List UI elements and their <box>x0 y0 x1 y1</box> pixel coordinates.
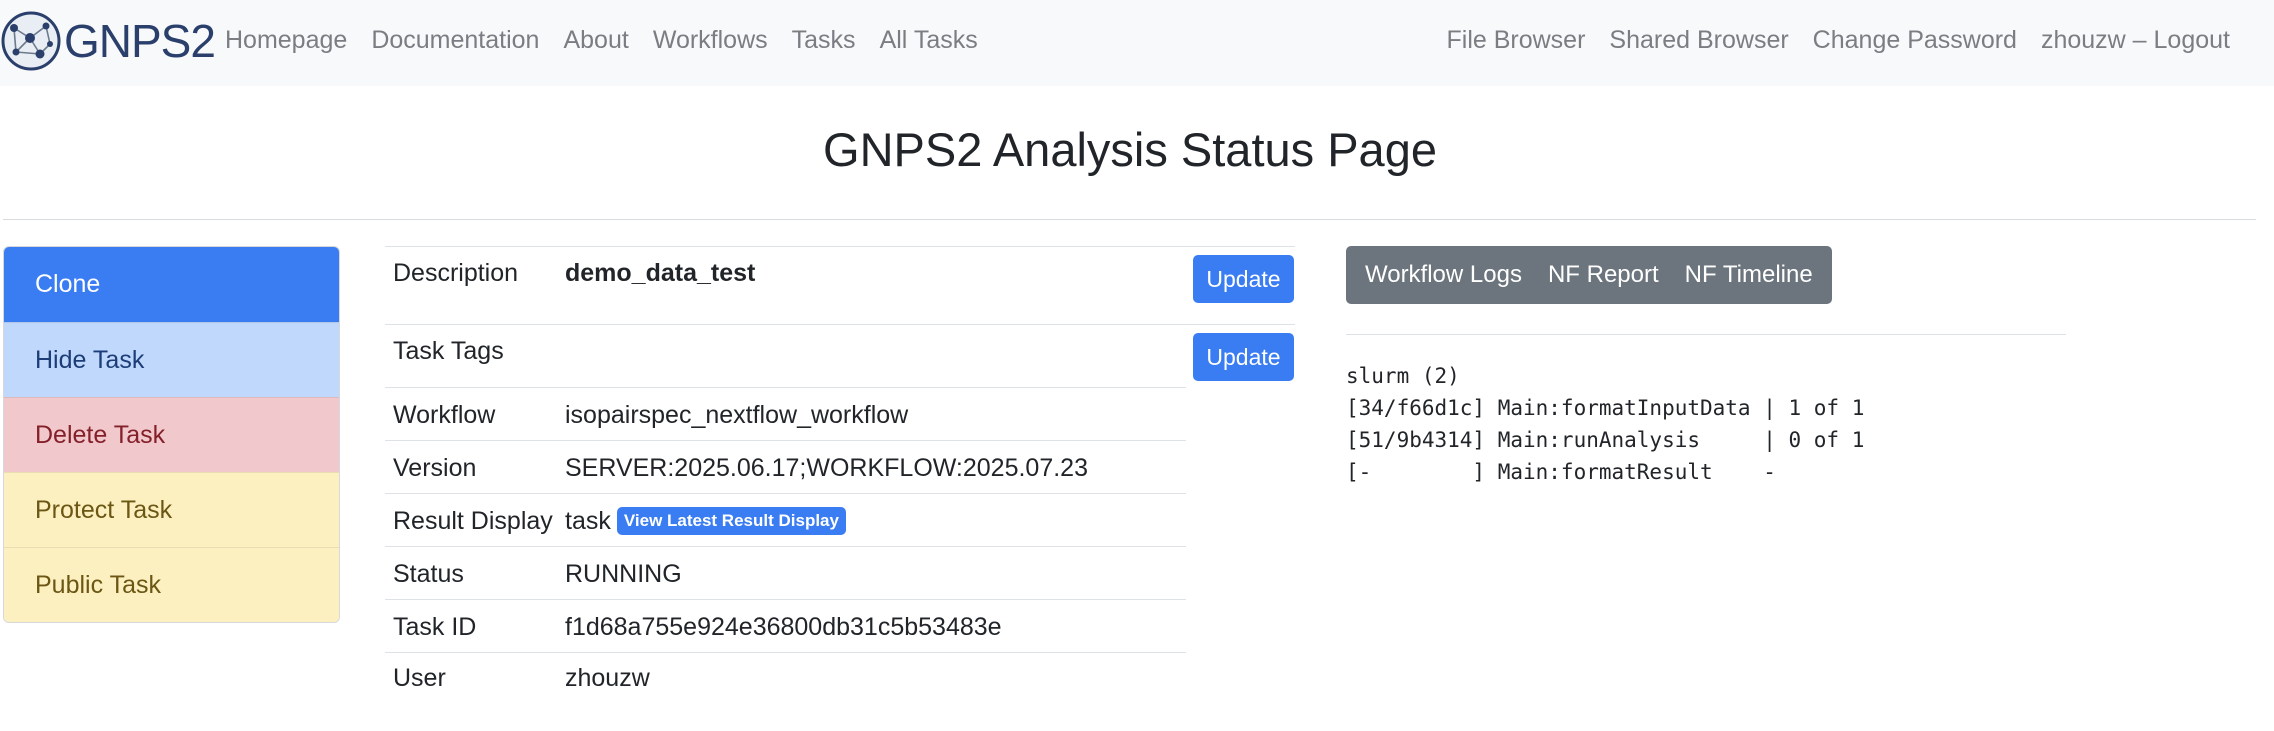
log-line: [- ] Main:formatResult - <box>1346 460 1776 484</box>
detail-row-result-display: Result Display task View Latest Result Di… <box>385 493 1186 546</box>
nav-link-logout[interactable]: zhouzw – Logout <box>2041 26 2230 55</box>
view-latest-result-display-button[interactable]: View Latest Result Display <box>616 507 846 535</box>
nav-link-all-tasks[interactable]: All Tasks <box>880 26 978 55</box>
description-value: demo_data_test <box>565 259 756 287</box>
workflow-value: isopairspec_nextflow_workflow <box>565 401 909 429</box>
hide-task-button[interactable]: Hide Task <box>4 322 339 397</box>
top-navbar: GNPS2 Homepage Documentation About Workf… <box>0 0 2274 86</box>
nav-link-file-browser[interactable]: File Browser <box>1447 26 1586 55</box>
nav-link-shared-browser[interactable]: Shared Browser <box>1609 26 1788 55</box>
detail-row-workflow: Workflow isopairspec_nextflow_workflow <box>385 387 1186 440</box>
detail-label: Description <box>393 259 519 287</box>
detail-label: User <box>393 664 446 692</box>
task-action-list: Clone Hide Task Delete Task Protect Task… <box>3 246 340 623</box>
update-task-tags-button[interactable]: Update <box>1193 333 1294 381</box>
nav-link-workflows[interactable]: Workflows <box>653 26 768 55</box>
detail-label: Task Tags <box>393 337 504 365</box>
brand-logo-text: GNPS2 <box>64 15 216 67</box>
detail-row-status: Status RUNNING <box>385 546 1186 599</box>
log-line: [51/9b4314] Main:runAnalysis | 0 of 1 <box>1346 428 1865 452</box>
detail-row-task-tags: Task Tags Update <box>385 324 1295 387</box>
log-line: [34/f66d1c] Main:formatInputData | 1 of … <box>1346 396 1865 420</box>
tab-workflow-logs[interactable]: Workflow Logs <box>1352 261 1535 289</box>
nav-link-change-password[interactable]: Change Password <box>1813 26 2017 55</box>
log-line: slurm (2) <box>1346 364 1460 388</box>
tab-nf-report[interactable]: NF Report <box>1535 261 1672 289</box>
detail-label: Task ID <box>393 613 477 641</box>
update-description-button[interactable]: Update <box>1193 255 1294 303</box>
delete-task-button[interactable]: Delete Task <box>4 397 339 472</box>
nav-link-tasks[interactable]: Tasks <box>792 26 856 55</box>
task-details-table: Description demo_data_test Update Task T… <box>385 246 1295 705</box>
detail-row-version: Version SERVER:2025.06.17;WORKFLOW:2025.… <box>385 440 1186 493</box>
nav-primary-links: Homepage Documentation About Workflows T… <box>213 20 990 60</box>
clone-button[interactable]: Clone <box>4 247 339 322</box>
globe-network-logo-icon <box>1 11 61 71</box>
task-id-value: f1d68a755e924e36800db31c5b53483e <box>565 613 1002 641</box>
nav-account-links: File Browser Shared Browser Change Passw… <box>1435 20 2243 60</box>
log-tab-group: Workflow Logs NF Report NF Timeline <box>1346 246 1832 304</box>
nav-link-homepage[interactable]: Homepage <box>225 26 347 55</box>
detail-label: Workflow <box>393 401 496 429</box>
nav-link-documentation[interactable]: Documentation <box>371 26 539 55</box>
tab-nf-timeline[interactable]: NF Timeline <box>1672 261 1826 289</box>
detail-label: Result Display <box>393 507 553 535</box>
nav-link-about[interactable]: About <box>563 26 628 55</box>
public-task-button[interactable]: Public Task <box>4 547 339 622</box>
detail-row-description: Description demo_data_test Update <box>385 246 1295 324</box>
status-value: RUNNING <box>565 560 682 588</box>
result-display-text: task <box>565 507 611 535</box>
workflow-log-output: slurm (2) [34/f66d1c] Main:formatInputDat… <box>1346 360 1864 488</box>
detail-label: Status <box>393 560 464 588</box>
brand-logo[interactable]: GNPS2 <box>0 6 216 76</box>
version-value: SERVER:2025.06.17;WORKFLOW:2025.07.23 <box>565 454 1088 482</box>
page-title: GNPS2 Analysis Status Page <box>823 123 1437 176</box>
title-divider <box>3 219 2256 220</box>
detail-label: Version <box>393 454 477 482</box>
detail-row-user: User zhouzw <box>385 652 1186 705</box>
detail-row-task-id: Task ID f1d68a755e924e36800db31c5b53483e <box>385 599 1186 652</box>
user-value: zhouzw <box>565 664 650 692</box>
result-display-value: task View Latest Result Display <box>565 507 846 536</box>
protect-task-button[interactable]: Protect Task <box>4 472 339 547</box>
log-divider <box>1346 334 2066 335</box>
